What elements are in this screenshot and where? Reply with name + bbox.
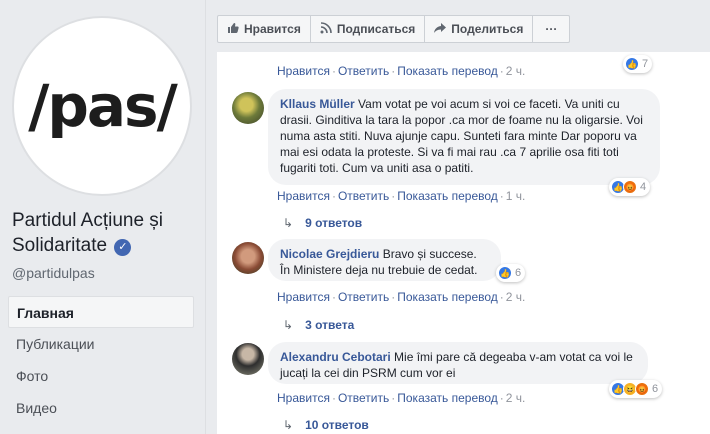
comment-bubble: Alexandru Cebotari Mie îmi pare că degea… <box>268 342 648 384</box>
avatar[interactable] <box>232 343 264 375</box>
comment-like-link[interactable]: Нравится <box>277 391 330 405</box>
party-logo: /pas/ <box>28 72 178 140</box>
comment-author[interactable]: Nicolae Grejdieru <box>280 247 379 261</box>
follow-page-button[interactable]: Подписаться <box>309 15 426 43</box>
like-reaction-icon: 👍 <box>625 57 639 71</box>
page-name-text: Partidul Acțiune și Solidaritate <box>12 210 164 256</box>
comment-translate-link[interactable]: Показать перевод <box>397 290 498 304</box>
more-options-button[interactable]: ··· <box>532 15 571 43</box>
share-page-label: Поделиться <box>451 22 524 36</box>
comment-actions: Нравится · Ответить · Показать перевод · 2 ч. <box>277 391 526 405</box>
nav-item-photos[interactable]: Фото <box>8 360 194 392</box>
replies-count: 3 ответа <box>305 318 355 332</box>
replies-count: 9 ответов <box>305 216 363 230</box>
reaction-count: 6 <box>652 383 659 395</box>
avatar[interactable] <box>232 242 264 274</box>
comment-translate-link[interactable]: Показать перевод <box>397 391 498 405</box>
reaction-summary[interactable]: 👍 😡 4 <box>609 178 651 196</box>
reply-arrow-icon: ↳ <box>283 318 294 332</box>
like-page-button[interactable]: Нравится <box>217 15 311 43</box>
angry-reaction-icon: 😡 <box>623 180 637 194</box>
comment-translate-link[interactable]: Показать перевод <box>397 189 498 203</box>
nav-item-home[interactable]: Главная <box>8 296 194 328</box>
comment-like-link[interactable]: Нравится <box>277 189 330 203</box>
comment-translate-link[interactable]: Показать перевод <box>397 64 498 78</box>
view-replies-link[interactable]: ↳ 3 ответа <box>283 318 354 332</box>
follow-page-label: Подписаться <box>336 22 416 36</box>
profile-picture[interactable]: /pas/ <box>12 16 192 196</box>
comment-bubble: Kllaus Müller Vam votat pe voi acum si v… <box>268 89 660 185</box>
comment-like-link[interactable]: Нравится <box>277 64 330 78</box>
nav-item-videos[interactable]: Видео <box>8 392 194 424</box>
reaction-count: 6 <box>515 267 522 279</box>
page-handle[interactable]: @partidulpas <box>12 265 95 281</box>
page-action-toolbar: Нравится Подписаться Поделиться ··· <box>217 15 571 43</box>
reply-arrow-icon: ↳ <box>283 418 294 432</box>
comment-like-link[interactable]: Нравится <box>277 290 330 304</box>
comment-actions: Нравится · Ответить · Показать перевод · 1 ч. <box>277 189 526 203</box>
column-divider <box>205 0 206 434</box>
reaction-summary[interactable]: 👍 😆 😡 6 <box>609 380 663 398</box>
reaction-count: 4 <box>640 181 647 193</box>
comment-timestamp[interactable]: 2 ч. <box>506 391 526 405</box>
comment-timestamp[interactable]: 2 ч. <box>506 290 526 304</box>
page-nav: Главная Публикации Фото Видео <box>8 296 194 424</box>
share-arrow-icon <box>434 22 447 37</box>
reaction-summary[interactable]: 👍 7 <box>623 55 653 73</box>
comment-actions: Нравится · Ответить · Показать перевод · 2 ч. <box>277 290 526 304</box>
comment-reply-link[interactable]: Ответить <box>338 189 389 203</box>
like-page-label: Нравится <box>244 22 301 36</box>
comment-author[interactable]: Alexandru Cebotari <box>280 350 391 364</box>
comment-reply-link[interactable]: Ответить <box>338 290 389 304</box>
angry-reaction-icon: 😡 <box>635 382 649 396</box>
comment-timestamp[interactable]: 2 ч. <box>506 64 526 78</box>
comment-timestamp[interactable]: 1 ч. <box>506 189 526 203</box>
thumbs-up-icon <box>227 22 239 37</box>
view-replies-link[interactable]: ↳ 10 ответов <box>283 418 369 432</box>
comment-author[interactable]: Kllaus Müller <box>280 97 355 111</box>
share-page-button[interactable]: Поделиться <box>424 15 534 43</box>
rss-icon <box>320 21 332 37</box>
reaction-count: 7 <box>642 58 649 70</box>
replies-count: 10 ответов <box>305 418 369 432</box>
like-reaction-icon: 👍 <box>498 266 512 280</box>
comment-reply-link[interactable]: Ответить <box>338 64 389 78</box>
verified-badge-icon: ✓ <box>114 239 132 256</box>
nav-item-posts[interactable]: Публикации <box>8 328 194 360</box>
comments-feed: Нравится · Ответить · Показать перевод · 2 ч. … <box>217 52 710 434</box>
view-replies-link[interactable]: ↳ 9 ответов <box>283 216 362 230</box>
reaction-summary[interactable]: 👍 6 <box>496 264 526 282</box>
ellipsis-icon: ··· <box>545 22 558 36</box>
comment-reply-link[interactable]: Ответить <box>338 391 389 405</box>
page-sidebar: /pas/ Partidul Acțiune și Solidaritate ✓… <box>0 0 205 434</box>
page-title[interactable]: Partidul Acțiune și Solidaritate ✓ <box>12 208 197 258</box>
reply-arrow-icon: ↳ <box>283 216 294 230</box>
avatar[interactable] <box>232 92 264 124</box>
comment-actions: Нравится · Ответить · Показать перевод · 2 ч. <box>277 64 526 78</box>
comment-bubble: Nicolae Grejdieru Bravo și succese. În M… <box>268 239 501 281</box>
